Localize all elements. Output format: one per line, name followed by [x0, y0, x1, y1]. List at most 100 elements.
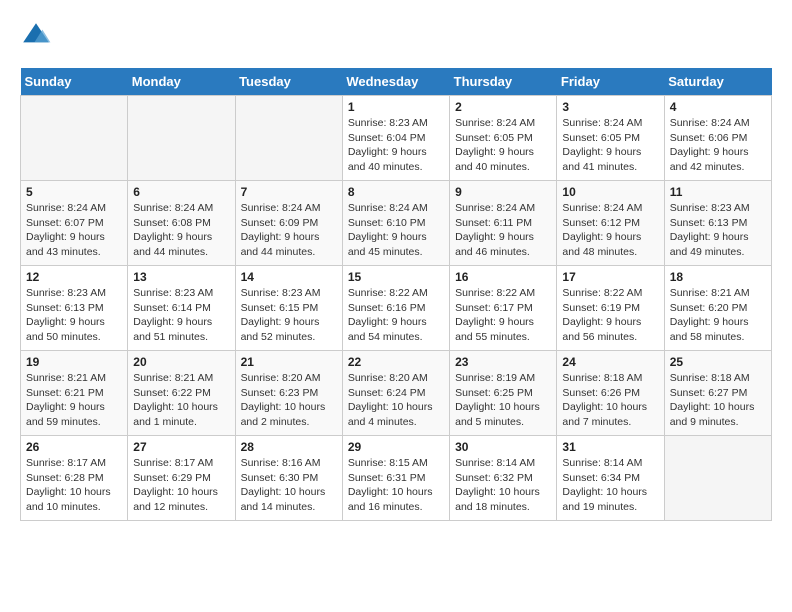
- day-info: Sunrise: 8:24 AM Sunset: 6:10 PM Dayligh…: [348, 201, 444, 260]
- weekday-header-thursday: Thursday: [450, 68, 557, 96]
- day-number: 28: [241, 440, 337, 454]
- day-info: Sunrise: 8:24 AM Sunset: 6:07 PM Dayligh…: [26, 201, 122, 260]
- weekday-header-row: SundayMondayTuesdayWednesdayThursdayFrid…: [21, 68, 772, 96]
- day-info: Sunrise: 8:17 AM Sunset: 6:29 PM Dayligh…: [133, 456, 229, 515]
- day-number: 24: [562, 355, 658, 369]
- day-number: 4: [670, 100, 766, 114]
- calendar-cell: 27 Sunrise: 8:17 AM Sunset: 6:29 PM Dayli…: [128, 436, 235, 521]
- day-number: 12: [26, 270, 122, 284]
- weekday-header-saturday: Saturday: [664, 68, 771, 96]
- calendar-cell: 4 Sunrise: 8:24 AM Sunset: 6:06 PM Daylig…: [664, 96, 771, 181]
- day-number: 3: [562, 100, 658, 114]
- day-number: 15: [348, 270, 444, 284]
- day-info: Sunrise: 8:24 AM Sunset: 6:09 PM Dayligh…: [241, 201, 337, 260]
- calendar-week-row: 26 Sunrise: 8:17 AM Sunset: 6:28 PM Dayli…: [21, 436, 772, 521]
- calendar-cell: 7 Sunrise: 8:24 AM Sunset: 6:09 PM Daylig…: [235, 181, 342, 266]
- page-header: [20, 20, 772, 52]
- calendar-cell: 22Sunrise: 8:20 AM Sunset: 6:24 PM Dayli…: [342, 351, 449, 436]
- weekday-header-sunday: Sunday: [21, 68, 128, 96]
- day-info: Sunrise: 8:23 AM Sunset: 6:14 PM Dayligh…: [133, 286, 229, 345]
- day-number: 5: [26, 185, 122, 199]
- day-info: Sunrise: 8:14 AM Sunset: 6:34 PM Dayligh…: [562, 456, 658, 515]
- day-number: 27: [133, 440, 229, 454]
- calendar-cell: 5 Sunrise: 8:24 AM Sunset: 6:07 PM Daylig…: [21, 181, 128, 266]
- calendar-cell: [128, 96, 235, 181]
- calendar-cell: 28 Sunrise: 8:16 AM Sunset: 6:30 PM Dayli…: [235, 436, 342, 521]
- calendar-cell: 18 Sunrise: 8:21 AM Sunset: 6:20 PM Dayli…: [664, 266, 771, 351]
- day-info: Sunrise: 8:18 AM Sunset: 6:27 PM Dayligh…: [670, 371, 766, 430]
- calendar-cell: 2Sunrise: 8:24 AM Sunset: 6:05 PM Daylig…: [450, 96, 557, 181]
- calendar-cell: 19 Sunrise: 8:21 AM Sunset: 6:21 PM Dayli…: [21, 351, 128, 436]
- day-info: Sunrise: 8:17 AM Sunset: 6:28 PM Dayligh…: [26, 456, 122, 515]
- day-info: Sunrise: 8:24 AM Sunset: 6:05 PM Dayligh…: [562, 116, 658, 175]
- day-number: 10: [562, 185, 658, 199]
- day-number: 13: [133, 270, 229, 284]
- day-number: 21: [241, 355, 337, 369]
- calendar-cell: 15 Sunrise: 8:22 AM Sunset: 6:16 PM Dayli…: [342, 266, 449, 351]
- day-info: Sunrise: 8:23 AM Sunset: 6:13 PM Dayligh…: [670, 201, 766, 260]
- calendar-cell: 31 Sunrise: 8:14 AM Sunset: 6:34 PM Dayli…: [557, 436, 664, 521]
- calendar-cell: 10 Sunrise: 8:24 AM Sunset: 6:12 PM Dayli…: [557, 181, 664, 266]
- calendar-week-row: 19 Sunrise: 8:21 AM Sunset: 6:21 PM Dayli…: [21, 351, 772, 436]
- calendar-week-row: 12 Sunrise: 8:23 AM Sunset: 6:13 PM Dayli…: [21, 266, 772, 351]
- day-info: Sunrise: 8:20 AM Sunset: 6:23 PM Dayligh…: [241, 371, 337, 430]
- calendar-cell: 24 Sunrise: 8:18 AM Sunset: 6:26 PM Dayli…: [557, 351, 664, 436]
- calendar-cell: 17 Sunrise: 8:22 AM Sunset: 6:19 PM Dayli…: [557, 266, 664, 351]
- calendar-cell: [21, 96, 128, 181]
- day-number: 17: [562, 270, 658, 284]
- day-info: Sunrise: 8:23 AM Sunset: 6:13 PM Dayligh…: [26, 286, 122, 345]
- calendar-cell: 29 Sunrise: 8:15 AM Sunset: 6:31 PM Dayli…: [342, 436, 449, 521]
- day-number: 7: [241, 185, 337, 199]
- day-info: Sunrise: 8:22 AM Sunset: 6:17 PM Dayligh…: [455, 286, 551, 345]
- day-number: 19: [26, 355, 122, 369]
- calendar-cell: 3 Sunrise: 8:24 AM Sunset: 6:05 PM Daylig…: [557, 96, 664, 181]
- day-info: Sunrise: 8:16 AM Sunset: 6:30 PM Dayligh…: [241, 456, 337, 515]
- weekday-header-tuesday: Tuesday: [235, 68, 342, 96]
- day-info: Sunrise: 8:24 AM Sunset: 6:06 PM Dayligh…: [670, 116, 766, 175]
- logo-icon: [20, 20, 52, 52]
- weekday-header-wednesday: Wednesday: [342, 68, 449, 96]
- day-info: Sunrise: 8:21 AM Sunset: 6:21 PM Dayligh…: [26, 371, 122, 430]
- day-number: 31: [562, 440, 658, 454]
- day-info: Sunrise: 8:23 AM Sunset: 6:15 PM Dayligh…: [241, 286, 337, 345]
- calendar-cell: 23 Sunrise: 8:19 AM Sunset: 6:25 PM Dayli…: [450, 351, 557, 436]
- calendar-week-row: 5 Sunrise: 8:24 AM Sunset: 6:07 PM Daylig…: [21, 181, 772, 266]
- calendar-cell: 9 Sunrise: 8:24 AM Sunset: 6:11 PM Daylig…: [450, 181, 557, 266]
- day-info: Sunrise: 8:22 AM Sunset: 6:16 PM Dayligh…: [348, 286, 444, 345]
- day-info: Sunrise: 8:21 AM Sunset: 6:20 PM Dayligh…: [670, 286, 766, 345]
- day-number: 8: [348, 185, 444, 199]
- day-info: Sunrise: 8:24 AM Sunset: 6:12 PM Dayligh…: [562, 201, 658, 260]
- calendar-cell: 11 Sunrise: 8:23 AM Sunset: 6:13 PM Dayli…: [664, 181, 771, 266]
- day-number: 6: [133, 185, 229, 199]
- day-info: Sunrise: 8:15 AM Sunset: 6:31 PM Dayligh…: [348, 456, 444, 515]
- day-info: Sunrise: 8:23 AM Sunset: 6:04 PM Dayligh…: [348, 116, 444, 175]
- day-number: 1: [348, 100, 444, 114]
- day-info: Sunrise: 8:19 AM Sunset: 6:25 PM Dayligh…: [455, 371, 551, 430]
- day-info: Sunrise: 8:14 AM Sunset: 6:32 PM Dayligh…: [455, 456, 551, 515]
- day-info: Sunrise: 8:18 AM Sunset: 6:26 PM Dayligh…: [562, 371, 658, 430]
- weekday-header-friday: Friday: [557, 68, 664, 96]
- calendar-cell: 16Sunrise: 8:22 AM Sunset: 6:17 PM Dayli…: [450, 266, 557, 351]
- calendar-cell: 21 Sunrise: 8:20 AM Sunset: 6:23 PM Dayli…: [235, 351, 342, 436]
- calendar-cell: 13 Sunrise: 8:23 AM Sunset: 6:14 PM Dayli…: [128, 266, 235, 351]
- calendar-cell: 26 Sunrise: 8:17 AM Sunset: 6:28 PM Dayli…: [21, 436, 128, 521]
- day-number: 25: [670, 355, 766, 369]
- day-number: 11: [670, 185, 766, 199]
- day-info: Sunrise: 8:24 AM Sunset: 6:08 PM Dayligh…: [133, 201, 229, 260]
- day-number: 26: [26, 440, 122, 454]
- day-number: 2: [455, 100, 551, 114]
- calendar-cell: 6 Sunrise: 8:24 AM Sunset: 6:08 PM Daylig…: [128, 181, 235, 266]
- calendar-table: SundayMondayTuesdayWednesdayThursdayFrid…: [20, 68, 772, 521]
- day-info: Sunrise: 8:24 AM Sunset: 6:11 PM Dayligh…: [455, 201, 551, 260]
- calendar-cell: 30 Sunrise: 8:14 AM Sunset: 6:32 PM Dayli…: [450, 436, 557, 521]
- day-number: 18: [670, 270, 766, 284]
- day-number: 9: [455, 185, 551, 199]
- day-number: 29: [348, 440, 444, 454]
- day-info: Sunrise: 8:20 AM Sunset: 6:24 PM Dayligh…: [348, 371, 444, 430]
- day-number: 23: [455, 355, 551, 369]
- calendar-cell: 25 Sunrise: 8:18 AM Sunset: 6:27 PM Dayli…: [664, 351, 771, 436]
- day-number: 30: [455, 440, 551, 454]
- weekday-header-monday: Monday: [128, 68, 235, 96]
- logo: [20, 20, 56, 52]
- day-info: Sunrise: 8:22 AM Sunset: 6:19 PM Dayligh…: [562, 286, 658, 345]
